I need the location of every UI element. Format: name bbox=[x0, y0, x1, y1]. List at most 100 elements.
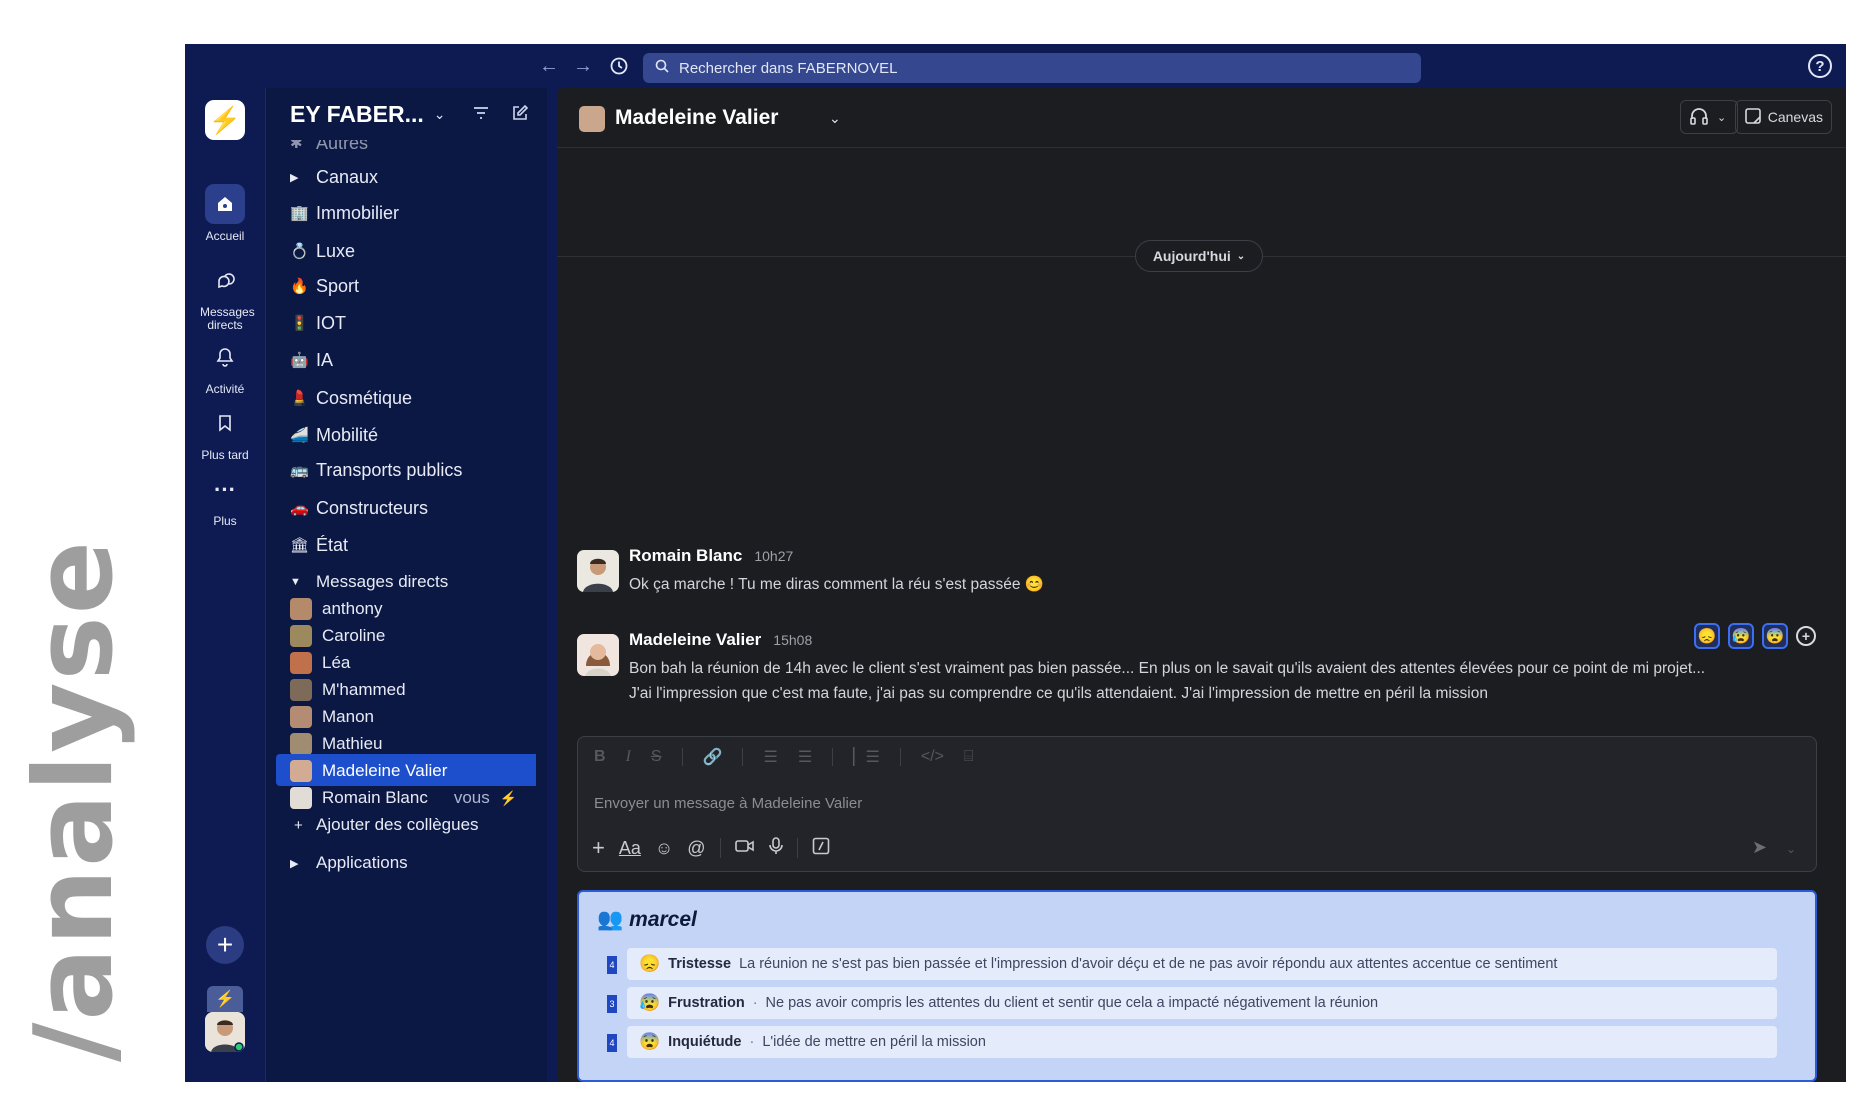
message-input[interactable]: Envoyer un message à Madeleine Valier bbox=[594, 795, 862, 812]
bulleted-list-icon[interactable]: ☰ bbox=[798, 747, 812, 767]
section-messages-directs[interactable]: ▼ Messages directs bbox=[290, 567, 448, 597]
rail-item-accueil[interactable]: Accueil bbox=[185, 184, 265, 243]
ring-icon: 💍 bbox=[290, 243, 309, 260]
dm-item-selected[interactable]: Madeleine Valier bbox=[290, 756, 447, 786]
history-icon[interactable] bbox=[605, 52, 633, 80]
chevron-down-icon: ⌄ bbox=[1717, 111, 1727, 124]
message-author[interactable]: Romain Blanc 10h27 bbox=[629, 546, 793, 566]
italic-icon[interactable]: I bbox=[626, 748, 631, 766]
plus-icon[interactable]: + bbox=[592, 835, 605, 861]
emotion-text: L'idée de mettre en péril la mission bbox=[762, 1034, 986, 1050]
code-icon[interactable]: </> bbox=[921, 748, 944, 766]
compose-icon[interactable] bbox=[511, 104, 529, 127]
message-text: Ok ça marche ! Tu me diras comment la ré… bbox=[629, 576, 1045, 593]
robot-icon: 🤖 bbox=[290, 352, 309, 369]
reaction-fearful[interactable]: 😨 bbox=[1762, 623, 1788, 649]
emotion-row[interactable]: 4 😞 Tristesse La réunion ne s'est pas bi… bbox=[607, 948, 1777, 980]
add-reaction-icon[interactable]: + bbox=[1796, 626, 1816, 646]
avatar bbox=[290, 598, 312, 620]
message-time[interactable]: 10h27 bbox=[754, 548, 793, 564]
channel-item[interactable]: 💄 Cosmétique bbox=[290, 383, 412, 413]
huddle-button[interactable]: ⌄ bbox=[1680, 100, 1738, 134]
channel-item[interactable]: 🚦 IOT bbox=[290, 308, 346, 338]
rail-item-plus-tard[interactable]: Plus tard bbox=[185, 403, 265, 462]
link-icon[interactable]: 🔗 bbox=[703, 747, 723, 767]
conversation-title[interactable]: Madeleine Valier bbox=[615, 106, 778, 130]
help-icon[interactable]: ? bbox=[1808, 54, 1832, 78]
dm-label: Romain Blanc bbox=[322, 788, 428, 807]
send-button[interactable]: ➤ ⌄ bbox=[1752, 837, 1796, 858]
message-time[interactable]: 15h08 bbox=[773, 632, 812, 648]
marcel-title: marcel bbox=[629, 908, 697, 931]
channel-item[interactable]: 🚗 Constructeurs bbox=[290, 493, 428, 523]
emotion-label: Inquiétude bbox=[668, 1034, 742, 1050]
ordered-list-icon[interactable]: ☰ bbox=[763, 747, 777, 767]
reaction-anxious[interactable]: 😰 bbox=[1728, 623, 1754, 649]
bold-icon[interactable]: B bbox=[594, 748, 606, 766]
dm-item[interactable]: M'hammed bbox=[290, 675, 406, 705]
avatar bbox=[290, 625, 312, 647]
canvas-button[interactable]: Canevas bbox=[1734, 100, 1832, 134]
date-jump-button[interactable]: Aujourd'hui ⌄ bbox=[1135, 240, 1263, 272]
channel-label: Sport bbox=[316, 275, 360, 296]
channel-item[interactable]: 🚌 Transports publics bbox=[290, 455, 462, 485]
channel-item[interactable]: 🤖 IA bbox=[290, 345, 333, 375]
emotion-row[interactable]: 4 😨 Inquiétude · L'idée de mettre en pér… bbox=[607, 1026, 1777, 1058]
bus-icon: 🚌 bbox=[290, 462, 309, 479]
code-block-icon[interactable]: ⌸ bbox=[964, 748, 974, 766]
strikethrough-icon[interactable]: S bbox=[651, 748, 662, 766]
dm-item[interactable]: Manon bbox=[290, 702, 374, 732]
blockquote-icon[interactable]: ▏☰ bbox=[853, 747, 880, 767]
workspace-switch-icon[interactable]: ⚡ bbox=[207, 986, 243, 1012]
author-name[interactable]: Madeleine Valier bbox=[629, 630, 761, 649]
emotion-row[interactable]: 3 😰 Frustration · Ne pas avoir compris l… bbox=[607, 987, 1777, 1019]
rail-item-messages[interactable]: Messages directs bbox=[185, 260, 265, 332]
channel-item[interactable]: 🏢 Immobilier bbox=[290, 198, 399, 228]
user-avatar[interactable] bbox=[205, 1012, 245, 1052]
add-workspace-button[interactable]: + bbox=[206, 926, 244, 964]
section-label: Applications bbox=[316, 853, 408, 872]
mention-icon[interactable]: @ bbox=[687, 838, 705, 859]
section-canaux[interactable]: ▶ Canaux bbox=[290, 162, 378, 192]
workspace-name[interactable]: EY FABER... bbox=[290, 101, 424, 128]
dm-item[interactable]: anthony bbox=[290, 594, 383, 624]
section-applications[interactable]: ▶ Applications bbox=[290, 848, 408, 878]
reaction-sad[interactable]: 😞 bbox=[1694, 623, 1720, 649]
microphone-icon[interactable] bbox=[768, 836, 783, 860]
home-icon bbox=[205, 184, 245, 224]
canvas-label: Canevas bbox=[1767, 109, 1823, 125]
chevron-down-icon: ⌄ bbox=[1236, 250, 1246, 262]
channel-item[interactable]: 🔥 Sport bbox=[290, 271, 359, 301]
dm-item-self[interactable]: Romain Blanc vous ⚡ bbox=[290, 783, 517, 813]
author-name[interactable]: Romain Blanc bbox=[629, 546, 742, 565]
shortcut-icon[interactable] bbox=[812, 837, 830, 860]
workspace-header[interactable]: EY FABER... ⌄ bbox=[266, 88, 547, 140]
channel-item[interactable]: 🚄 Mobilité bbox=[290, 420, 378, 450]
emoji-icon[interactable]: ☺ bbox=[655, 838, 673, 859]
message-author[interactable]: Madeleine Valier 15h08 bbox=[629, 630, 812, 650]
chevron-down-icon[interactable]: ⌄ bbox=[434, 106, 446, 123]
forward-icon[interactable]: → bbox=[569, 52, 597, 80]
video-icon[interactable] bbox=[734, 838, 755, 859]
dm-item[interactable]: Caroline bbox=[290, 621, 385, 651]
filter-icon[interactable] bbox=[473, 104, 489, 127]
rail-item-activite[interactable]: Activité bbox=[185, 337, 265, 396]
dm-item[interactable]: Léa bbox=[290, 648, 350, 678]
search-input[interactable]: Rechercher dans FABERNOVEL bbox=[643, 53, 1421, 83]
chevron-down-icon[interactable]: ⌄ bbox=[829, 110, 841, 127]
channel-label: État bbox=[316, 534, 349, 555]
workspace-logo-icon[interactable]: ⚡ bbox=[205, 100, 245, 140]
channel-item[interactable]: 💍 Luxe bbox=[290, 236, 355, 266]
message-line: J'ai l'impression que c'est ma faute, j'… bbox=[629, 685, 1488, 702]
avatar bbox=[290, 733, 312, 755]
add-colleagues-button[interactable]: + Ajouter des collègues bbox=[290, 810, 479, 840]
dm-label: Manon bbox=[322, 707, 374, 726]
format-toggle-button[interactable]: Aa bbox=[619, 838, 641, 859]
sidebar-item-autres[interactable]: ✱ Autres bbox=[290, 140, 368, 158]
channel-item[interactable]: 🏛 État bbox=[290, 530, 348, 560]
rail-item-plus[interactable]: ··· Plus bbox=[185, 469, 265, 528]
back-icon[interactable]: ← bbox=[535, 52, 563, 80]
dm-label: Mathieu bbox=[322, 734, 383, 753]
search-icon bbox=[655, 59, 669, 77]
divider bbox=[681, 748, 683, 766]
